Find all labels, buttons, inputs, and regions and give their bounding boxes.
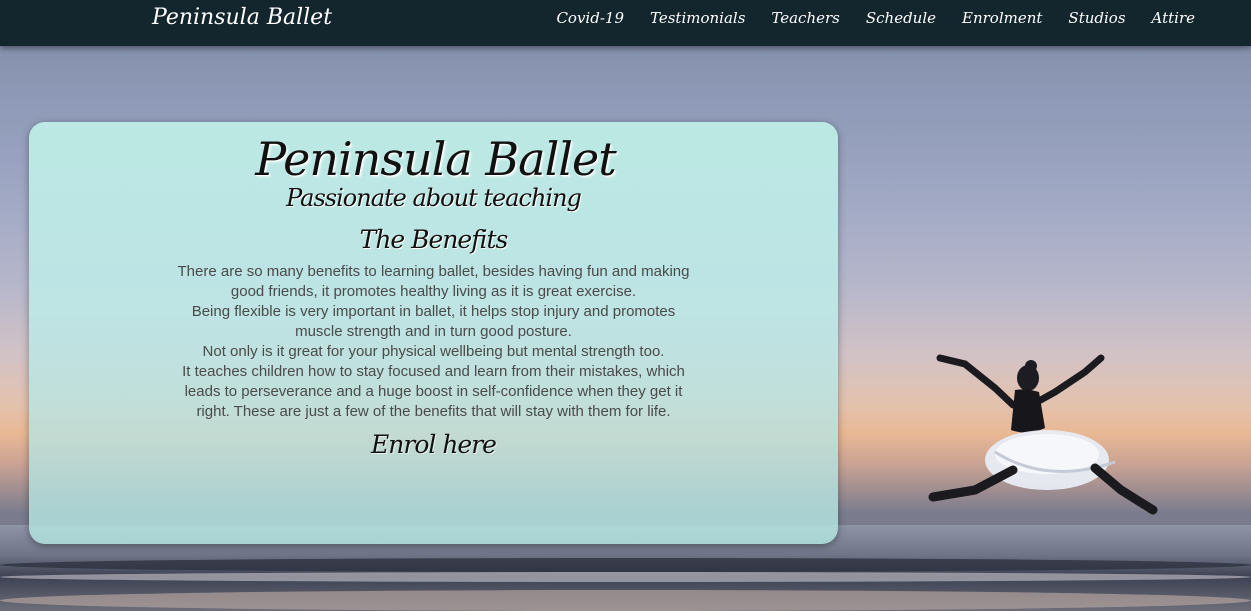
nav-link-studios[interactable]: Studios bbox=[1068, 9, 1125, 27]
nav-link-covid-19[interactable]: Covid-19 bbox=[556, 9, 624, 27]
benefits-paragraph: Being flexible is very important in ball… bbox=[191, 303, 676, 340]
nav-links: Covid-19 Testimonials Teachers Schedule … bbox=[556, 9, 1195, 27]
nav-link-testimonials[interactable]: Testimonials bbox=[650, 9, 745, 27]
benefits-text: There are so many benefits to learning b… bbox=[169, 262, 699, 422]
top-navbar: Peninsula Ballet Covid-19 Testimonials T… bbox=[0, 0, 1251, 46]
benefits-paragraph: There are so many benefits to learning b… bbox=[177, 263, 690, 300]
benefits-paragraph: It teaches children how to stay focused … bbox=[182, 363, 685, 420]
benefits-paragraph: Not only is it great for your physical w… bbox=[202, 343, 665, 360]
benefits-heading: The Benefits bbox=[359, 225, 509, 254]
hero-card-content: Peninsula Ballet Passionate about teachi… bbox=[29, 122, 838, 462]
brand-logo-link[interactable]: Peninsula Ballet bbox=[152, 5, 332, 30]
hero-title: Peninsula Ballet bbox=[255, 132, 616, 186]
wet-sand bbox=[0, 590, 1251, 611]
dancer-silhouette bbox=[928, 354, 1158, 515]
nav-link-teachers[interactable]: Teachers bbox=[771, 9, 839, 27]
nav-link-schedule[interactable]: Schedule bbox=[866, 9, 936, 27]
wave-foam bbox=[0, 572, 1251, 582]
nav-link-attire[interactable]: Attire bbox=[1152, 9, 1195, 27]
nav-link-enrolment[interactable]: Enrolment bbox=[962, 9, 1042, 27]
hero-card: Peninsula Ballet Passionate about teachi… bbox=[29, 122, 838, 544]
hero-subtitle: Passionate about teaching bbox=[286, 184, 582, 212]
enrol-here-link[interactable]: Enrol here bbox=[371, 428, 497, 462]
wave bbox=[0, 558, 1251, 572]
